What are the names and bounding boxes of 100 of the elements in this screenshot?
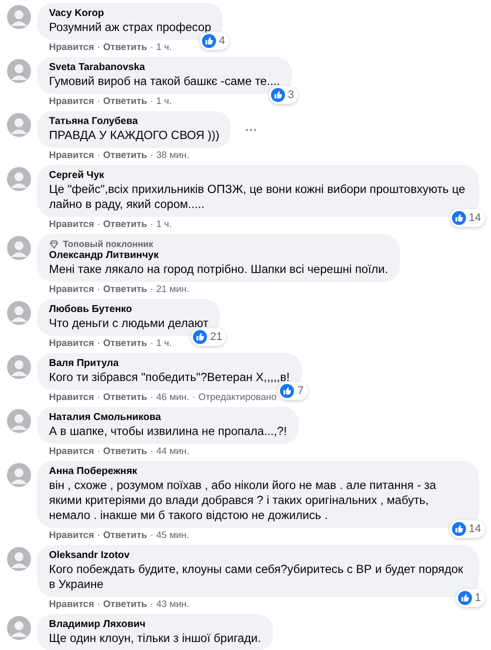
like-link[interactable]: Нравится xyxy=(49,446,94,458)
author-name[interactable]: Олександр Литвинчук xyxy=(49,250,388,262)
avatar-icon xyxy=(7,463,31,487)
author-name[interactable]: Vacy Korop xyxy=(49,8,212,20)
comment-time[interactable]: 43 мин. xyxy=(156,599,190,611)
avatar-icon xyxy=(7,409,31,433)
separator: · xyxy=(96,446,100,458)
comment-time[interactable]: 1 ч. xyxy=(156,42,172,54)
comment-text: Гумовий вироб на такой башкє -саме те.... xyxy=(49,74,280,89)
separator: · xyxy=(150,338,154,350)
reply-link[interactable]: Ответить xyxy=(103,599,148,611)
author-name[interactable]: Татьяна Голубева xyxy=(49,116,220,128)
avatar-icon xyxy=(7,301,31,325)
like-icon xyxy=(270,88,285,102)
comment-text: ПРАВДА У КАЖДОГО СВОЯ ))) xyxy=(49,128,220,143)
author-name[interactable]: Sveta Tarabanovska xyxy=(49,62,280,74)
separator: · xyxy=(96,150,100,162)
separator: · xyxy=(150,284,154,296)
comment-text: Розумний аж страх професор xyxy=(49,20,212,35)
separator: · xyxy=(150,219,154,231)
avatar-icon xyxy=(7,236,31,260)
comment-text: А в шапке, чтобы извилина не пропала...,?! xyxy=(49,424,287,439)
separator: · xyxy=(96,96,100,108)
like-icon xyxy=(452,522,466,536)
reply-link[interactable]: Ответить xyxy=(103,338,148,350)
reply-link[interactable]: Ответить xyxy=(103,530,148,542)
separator: · xyxy=(96,338,100,350)
author-name[interactable]: Сергей Чук xyxy=(49,170,467,182)
author-name[interactable]: Любовь Бутенко xyxy=(49,304,208,316)
comment-time[interactable]: 44 мин. xyxy=(156,446,190,458)
separator: · xyxy=(192,392,196,404)
like-link[interactable]: Нравится xyxy=(49,42,94,54)
reaction-count[interactable]: 14 xyxy=(450,520,485,538)
comment-text: він , схоже , розумом поїхав , або ніколи його не мав . але питання - за якими критеріями до влади добрався ? і таких оригінальних , мабуть, немало . інакше ми б такого відстою не дожились . xyxy=(49,478,438,523)
more-icon[interactable] xyxy=(245,128,258,132)
comment-time[interactable]: 45 мин. xyxy=(156,530,190,542)
reaction-count[interactable]: 4 xyxy=(200,32,230,50)
avatar-icon xyxy=(7,59,31,83)
reply-link[interactable]: Ответить xyxy=(103,392,148,404)
reply-link[interactable]: Ответить xyxy=(103,96,148,108)
reply-link[interactable]: Ответить xyxy=(103,219,148,231)
separator: · xyxy=(150,42,154,54)
separator: · xyxy=(150,530,154,542)
separator: · xyxy=(150,599,154,611)
reply-link[interactable]: Ответить xyxy=(103,150,148,162)
reaction-count[interactable]: 1 xyxy=(456,589,485,607)
edited-label: Отредактировано xyxy=(198,392,277,404)
like-link[interactable]: Нравится xyxy=(49,338,94,350)
comment-text: Ще один клоун, тільки з іншої бригади. xyxy=(49,631,261,646)
avatar-icon xyxy=(7,616,31,640)
like-link[interactable]: Нравится xyxy=(49,284,94,296)
separator: · xyxy=(96,284,100,296)
separator: · xyxy=(150,150,154,162)
author-name[interactable]: Oleksandr Izotov xyxy=(49,550,467,562)
avatar-icon xyxy=(7,355,31,379)
like-link[interactable]: Нравится xyxy=(49,150,94,162)
reply-link[interactable]: Ответить xyxy=(103,42,148,54)
comment-text: Мені таке лякало на город потрібно. Шапки всі черешні поїли. xyxy=(49,262,388,277)
like-icon xyxy=(452,211,466,225)
like-link[interactable]: Нравится xyxy=(49,530,94,542)
author-name[interactable]: Наталия Смольникова xyxy=(49,412,287,424)
comment-time[interactable]: 21 мин. xyxy=(156,284,190,296)
reaction-count[interactable]: 3 xyxy=(268,86,298,104)
reaction-count[interactable]: 7 xyxy=(278,382,308,400)
separator: · xyxy=(96,42,100,54)
like-icon xyxy=(280,384,294,398)
author-name[interactable]: Анна Побережняк xyxy=(49,466,467,478)
author-name[interactable]: Валя Притула xyxy=(49,358,290,370)
separator: · xyxy=(96,219,100,231)
like-link[interactable]: Нравится xyxy=(49,219,94,231)
comment-text: Кого побеждать будите, клоуны сами себя?убиритесь с ВР и будет порядок в Украине xyxy=(49,562,464,592)
comment-time[interactable]: 1 ч. xyxy=(156,219,172,231)
reply-link[interactable]: Ответить xyxy=(103,284,148,296)
comment-text: Це "фейс",всіх прихильників ОПЗЖ, це вони кожні вибори проштовхують це лайно в раду, який сором..... xyxy=(49,182,466,212)
comment-time[interactable]: 38 мин. xyxy=(156,150,190,162)
separator: · xyxy=(96,599,100,611)
author-name[interactable]: Владимир Ляхович xyxy=(49,619,261,631)
avatar-icon xyxy=(7,113,31,137)
like-link[interactable]: Нравится xyxy=(49,96,94,108)
comment-time[interactable]: 46 мин. xyxy=(156,392,190,404)
avatar-icon xyxy=(7,167,31,191)
fan-label: Топовый поклонник xyxy=(63,239,154,249)
like-link[interactable]: Нравится xyxy=(49,599,94,611)
like-icon xyxy=(202,34,216,48)
comment-time[interactable]: 1 ч. xyxy=(156,338,172,350)
reaction-count[interactable]: 21 xyxy=(191,328,226,346)
separator: · xyxy=(150,446,154,458)
separator: · xyxy=(150,96,154,108)
reaction-count[interactable]: 14 xyxy=(450,209,485,227)
like-link[interactable]: Нравится xyxy=(49,392,94,404)
like-icon xyxy=(458,591,472,605)
reply-link[interactable]: Ответить xyxy=(103,446,148,458)
comment-text: Что деньги с людьми делают xyxy=(49,316,208,331)
avatar-icon xyxy=(7,5,31,29)
separator: · xyxy=(96,530,100,542)
avatar-icon xyxy=(7,547,31,571)
separator: · xyxy=(96,392,100,404)
comment-time[interactable]: 1 ч. xyxy=(156,96,172,108)
comment-text: Кого ти зібрався "победить"?Ветеран Х,,,,,в! xyxy=(49,370,290,385)
separator: · xyxy=(150,392,154,404)
